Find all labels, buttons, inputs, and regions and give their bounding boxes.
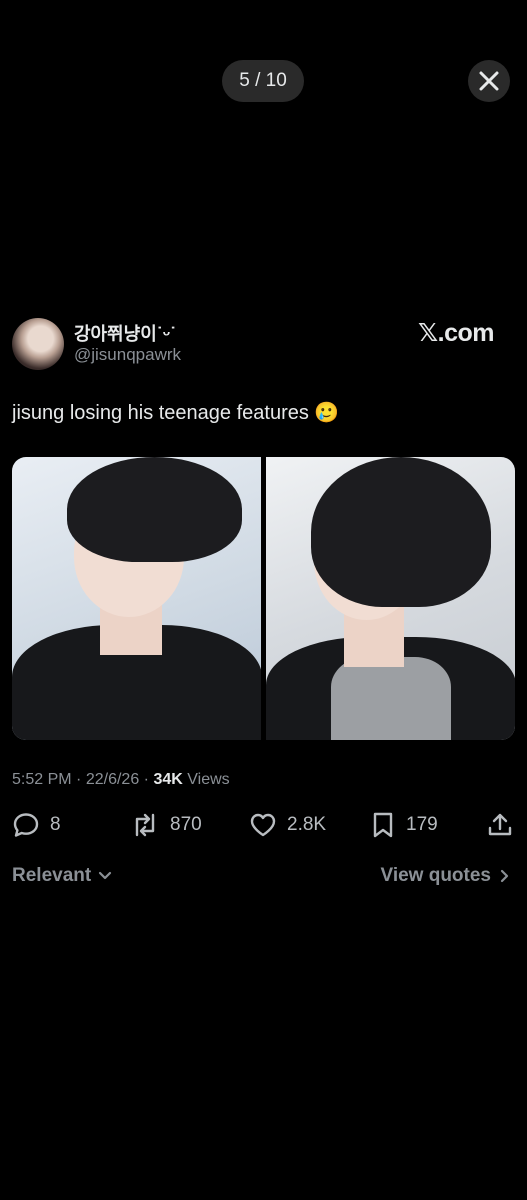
view-quotes-link[interactable]: View quotes [380,865,511,887]
meta-separator: · [143,771,149,788]
reply-icon [13,813,39,837]
view-quotes-label: View quotes [380,865,491,886]
shirt-shape [331,657,451,740]
bookmark-icon [373,812,393,838]
tweet-time: 5:52 PM [12,771,72,788]
sort-label: Relevant [12,865,92,886]
tweet-meta: 5:52 PM · 22/6/26 · 34K Views [12,771,230,789]
tweet-date: 22/6/26 [85,771,140,788]
views-count: 34K [153,771,183,788]
photo-right[interactable] [266,457,515,740]
meta-separator: · [76,771,82,788]
action-bar: 8 870 2.8K 179 [12,808,515,842]
hair-shape [311,457,491,607]
close-button[interactable] [468,60,510,102]
like-count: 2.8K [287,814,327,835]
sort-dropdown[interactable]: Relevant [12,865,113,887]
repost-count: 870 [170,814,202,835]
repost-icon [135,813,155,837]
views-label: Views [187,771,230,788]
close-icon [479,71,499,91]
reply-button[interactable]: 8 [12,808,61,842]
share-icon [488,813,512,836]
bookmark-button[interactable]: 179 [370,808,438,842]
image-counter: 5 / 10 [222,60,304,102]
reply-count: 8 [50,814,61,835]
heart-icon [250,813,276,837]
chevron-down-icon [99,871,112,880]
author-handle[interactable]: @jisunqpawrk [74,345,181,365]
x-logo: 𝕏.com [418,319,495,347]
share-button[interactable] [487,808,513,842]
author-name[interactable]: 강아쮜냥이˙ᵕ˙ [74,320,176,346]
photo-left[interactable] [12,457,261,740]
chevron-right-icon [500,869,509,883]
like-button[interactable]: 2.8K [249,808,326,842]
tweet-media[interactable] [12,457,515,740]
avatar[interactable] [12,318,64,370]
repost-button[interactable]: 870 [130,808,202,842]
tweet-text: jisung losing his teenage features 🥲 [12,402,340,424]
hair-shape [67,457,242,562]
bookmark-count: 179 [406,814,438,835]
